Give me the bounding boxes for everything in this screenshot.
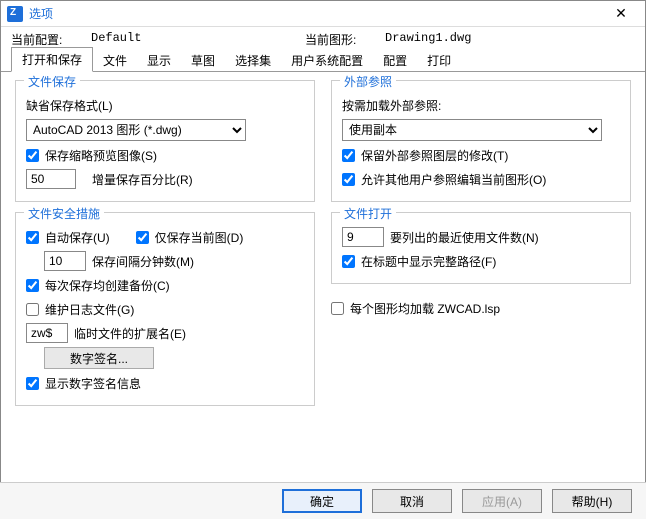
fullpath-checkbox[interactable]	[342, 255, 355, 268]
tab-plot[interactable]: 打印	[417, 49, 461, 72]
group-file-save: 文件保存 缺省保存格式(L) AutoCAD 2013 图形 (*.dwg) 保…	[15, 80, 315, 202]
current-drawing-label: 当前图形:	[305, 31, 385, 48]
onlycurrent-checkbox[interactable]	[136, 231, 149, 244]
tab-drafting[interactable]: 草图	[181, 49, 225, 72]
tempext-input[interactable]	[26, 323, 68, 343]
xref-retain-label[interactable]: 保留外部参照图层的修改(T)	[361, 147, 508, 164]
recent-count-label: 要列出的最近使用文件数(N)	[390, 229, 539, 246]
showsign-checkbox[interactable]	[26, 377, 39, 390]
onlycurrent-label[interactable]: 仅保存当前图(D)	[155, 229, 244, 246]
backup-checkbox[interactable]	[26, 279, 39, 292]
tab-selection[interactable]: 选择集	[225, 49, 281, 72]
xref-allowedit-checkbox[interactable]	[342, 173, 355, 186]
tab-profiles[interactable]: 配置	[373, 49, 417, 72]
tab-userprefs[interactable]: 用户系统配置	[281, 49, 373, 72]
tab-open-save[interactable]: 打开和保存	[11, 47, 93, 72]
recent-count-input[interactable]	[342, 227, 384, 247]
thumbnail-checkbox[interactable]	[26, 149, 39, 162]
interval-input[interactable]	[44, 251, 86, 271]
dialog-footer: 确定 取消 应用(A) 帮助(H)	[0, 482, 646, 519]
increment-input[interactable]	[26, 169, 76, 189]
fullpath-label[interactable]: 在标题中显示完整路径(F)	[361, 253, 496, 270]
title-bar: 选项 ✕	[1, 1, 645, 27]
apply-button[interactable]: 应用(A)	[462, 489, 542, 513]
log-checkbox[interactable]	[26, 303, 39, 316]
group-file-open: 文件打开 要列出的最近使用文件数(N) 在标题中显示完整路径(F)	[331, 212, 631, 284]
autosave-checkbox[interactable]	[26, 231, 39, 244]
autosave-label[interactable]: 自动保存(U)	[45, 229, 110, 246]
xref-load-label: 按需加载外部参照:	[342, 97, 441, 114]
current-info-row: 当前配置: Default 当前图形: Drawing1.dwg	[1, 27, 645, 50]
default-format-label: 缺省保存格式(L)	[26, 97, 113, 114]
close-icon[interactable]: ✕	[603, 5, 639, 22]
default-format-select[interactable]: AutoCAD 2013 图形 (*.dwg)	[26, 119, 246, 141]
app-icon	[7, 6, 23, 22]
legend-file-save: 文件保存	[24, 73, 80, 90]
log-label[interactable]: 维护日志文件(G)	[45, 301, 134, 318]
thumbnail-label[interactable]: 保存缩略预览图像(S)	[45, 147, 157, 164]
cancel-button[interactable]: 取消	[372, 489, 452, 513]
tempext-label: 临时文件的扩展名(E)	[74, 325, 186, 342]
current-drawing-value: Drawing1.dwg	[385, 31, 471, 48]
tab-bar: 打开和保存 文件 显示 草图 选择集 用户系统配置 配置 打印	[1, 50, 645, 72]
loadlsp-checkbox[interactable]	[331, 302, 344, 315]
ok-button[interactable]: 确定	[282, 489, 362, 513]
help-button[interactable]: 帮助(H)	[552, 489, 632, 513]
increment-label: 增量保存百分比(R)	[92, 171, 193, 188]
group-file-safety: 文件安全措施 自动保存(U) 仅保存当前图(D) 保存间隔分钟数(M) 每次保存…	[15, 212, 315, 406]
xref-load-select[interactable]: 使用副本	[342, 119, 602, 141]
window-title: 选项	[29, 5, 603, 22]
legend-file-safety: 文件安全措施	[24, 205, 104, 222]
xref-allowedit-label[interactable]: 允许其他用户参照编辑当前图形(O)	[361, 171, 546, 188]
legend-file-open: 文件打开	[340, 205, 396, 222]
xref-retain-checkbox[interactable]	[342, 149, 355, 162]
current-profile-value: Default	[91, 31, 141, 48]
backup-label[interactable]: 每次保存均创建备份(C)	[45, 277, 170, 294]
tab-display[interactable]: 显示	[137, 49, 181, 72]
digital-signature-button[interactable]: 数字签名...	[44, 347, 154, 369]
group-xref: 外部参照 按需加载外部参照: 使用副本 保留外部参照图层的修改(T) 允许其他用…	[331, 80, 631, 202]
loadlsp-label[interactable]: 每个图形均加载 ZWCAD.lsp	[350, 300, 500, 317]
showsign-label[interactable]: 显示数字签名信息	[45, 375, 141, 392]
interval-label: 保存间隔分钟数(M)	[92, 253, 194, 270]
legend-xref: 外部参照	[340, 73, 396, 90]
tab-files[interactable]: 文件	[93, 49, 137, 72]
current-profile-label: 当前配置:	[11, 31, 91, 48]
